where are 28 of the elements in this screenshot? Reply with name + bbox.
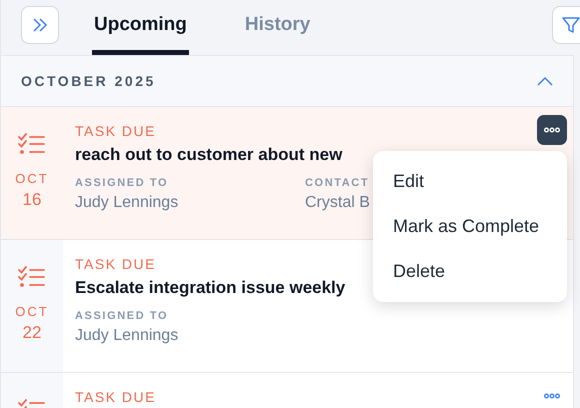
task-title: Escalate integration issue weekly — [75, 278, 346, 298]
date-day: 22 — [22, 323, 42, 343]
checklist-icon — [18, 133, 46, 157]
double-chevron-icon — [31, 17, 49, 33]
menu-item[interactable]: Edit — [373, 159, 567, 204]
date-day: 16 — [22, 190, 42, 210]
field-label: ASSIGNED TO — [75, 177, 168, 189]
date-month: OCT — [15, 171, 49, 186]
expand-button[interactable] — [21, 6, 59, 44]
filter-icon — [561, 15, 580, 35]
filter-button[interactable] — [552, 6, 580, 44]
more-icon — [544, 127, 560, 133]
field-value: Judy Lennings — [75, 194, 178, 212]
checklist-icon — [18, 266, 46, 290]
field-value: Judy Lennings — [75, 327, 178, 345]
field-label: CONTACT — [305, 177, 370, 189]
task-type: TASK DUE — [75, 123, 156, 139]
field-label: ASSIGNED TO — [75, 310, 168, 322]
date-month: OCT — [15, 304, 49, 319]
more-button[interactable] — [537, 115, 567, 145]
task-type: TASK DUE — [75, 389, 156, 405]
chevron-icon — [537, 76, 553, 86]
menu-item[interactable]: Delete — [373, 249, 567, 294]
field-value: Crystal B — [305, 194, 370, 212]
more-icon — [544, 393, 560, 399]
task-title: reach out to customer about new — [75, 145, 342, 165]
task-type: TASK DUE — [75, 256, 156, 272]
section-title: OCTOBER 2025 — [21, 73, 156, 89]
